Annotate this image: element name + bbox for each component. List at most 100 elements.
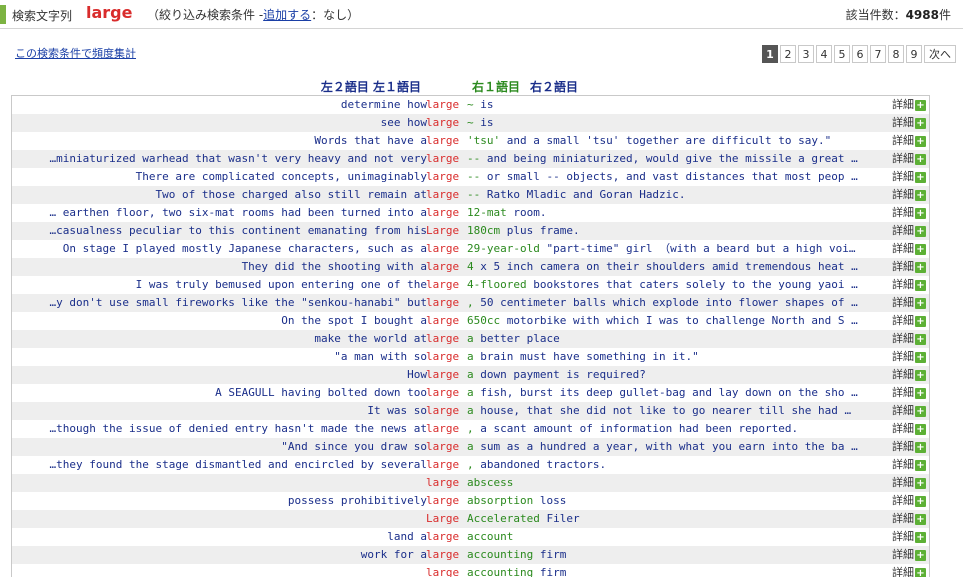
right-context-header: 右１語目右２語目 — [472, 78, 578, 95]
left-context: …though the issue of denied entry hasn't… — [17, 420, 427, 438]
page-2-button[interactable]: 2 — [780, 45, 796, 63]
plus-icon: + — [915, 334, 926, 345]
detail-button[interactable]: 詳細+ — [892, 114, 926, 132]
right-context: , 50 centimeter balls which explode into… — [467, 294, 885, 312]
plus-icon: + — [915, 244, 926, 255]
keyword: large — [426, 402, 459, 420]
detail-button[interactable]: 詳細+ — [892, 546, 926, 564]
page-8-button[interactable]: 8 — [888, 45, 904, 63]
right-context: 180cm plus frame. — [467, 222, 885, 240]
right-context: a sum as a hundred a year, with what you… — [467, 438, 885, 456]
keyword: large — [426, 168, 459, 186]
right-context: accounting firm — [467, 546, 885, 564]
detail-button[interactable]: 詳細+ — [892, 564, 926, 577]
detail-button[interactable]: 詳細+ — [892, 258, 926, 276]
table-row: …though the issue of denied entry hasn't… — [12, 420, 929, 438]
keyword: large — [426, 276, 459, 294]
right1-word: abscess — [467, 476, 513, 489]
detail-button[interactable]: 詳細+ — [892, 276, 926, 294]
detail-label: 詳細 — [892, 150, 914, 168]
detail-button[interactable]: 詳細+ — [892, 186, 926, 204]
right-rest: is — [474, 98, 494, 111]
plus-icon: + — [915, 208, 926, 219]
count-label: 該当件数： — [846, 8, 906, 22]
count-value: 4988 — [906, 8, 939, 22]
page-9-button[interactable]: 9 — [906, 45, 922, 63]
table-row: …y don't use small fireworks like the "s… — [12, 294, 929, 312]
detail-button[interactable]: 詳細+ — [892, 528, 926, 546]
accent-bar — [0, 5, 6, 24]
keyword: large — [426, 150, 459, 168]
plus-icon: + — [915, 154, 926, 165]
right-context: -- and being miniaturized, would give th… — [467, 150, 885, 168]
right-context: Accelerated Filer — [467, 510, 885, 528]
right-rest: abandoned tractors. — [474, 458, 606, 471]
detail-label: 詳細 — [892, 528, 914, 546]
right-context: 'tsu' and a small 'tsu' together are dif… — [467, 132, 885, 150]
detail-button[interactable]: 詳細+ — [892, 168, 926, 186]
left-context: It was so — [17, 402, 427, 420]
table-row: They did the shooting with alarge4 x 5 i… — [12, 258, 929, 276]
right-rest: is — [474, 116, 494, 129]
detail-button[interactable]: 詳細+ — [892, 132, 926, 150]
page-7-button[interactable]: 7 — [870, 45, 886, 63]
detail-label: 詳細 — [892, 204, 914, 222]
page-4-button[interactable]: 4 — [816, 45, 832, 63]
detail-button[interactable]: 詳細+ — [892, 456, 926, 474]
right-rest: room. — [507, 206, 547, 219]
detail-button[interactable]: 詳細+ — [892, 420, 926, 438]
detail-button[interactable]: 詳細+ — [892, 312, 926, 330]
plus-icon: + — [915, 190, 926, 201]
detail-label: 詳細 — [892, 222, 914, 240]
keyword: large — [426, 384, 459, 402]
detail-button[interactable]: 詳細+ — [892, 384, 926, 402]
right1-word: accounting — [467, 548, 533, 561]
right-rest: loss — [533, 494, 566, 507]
right1-word: a — [467, 440, 474, 453]
right-context: a brain must have something in it." — [467, 348, 885, 366]
table-row: … earthen floor, two six-mat rooms had b… — [12, 204, 929, 222]
detail-button[interactable]: 詳細+ — [892, 204, 926, 222]
plus-icon: + — [915, 424, 926, 435]
plus-icon: + — [915, 550, 926, 561]
detail-label: 詳細 — [892, 474, 914, 492]
keyword: large — [426, 528, 459, 546]
detail-button[interactable]: 詳細+ — [892, 510, 926, 528]
detail-button[interactable]: 詳細+ — [892, 330, 926, 348]
detail-button[interactable]: 詳細+ — [892, 348, 926, 366]
right-rest: brain must have something in it." — [474, 350, 699, 363]
add-filter-link[interactable]: 追加する — [263, 8, 311, 22]
detail-button[interactable]: 詳細+ — [892, 474, 926, 492]
detail-button[interactable]: 詳細+ — [892, 150, 926, 168]
detail-button[interactable]: 詳細+ — [892, 222, 926, 240]
right1-word: , — [467, 422, 474, 435]
table-row: land alargeaccount詳細+ — [12, 528, 929, 546]
detail-button[interactable]: 詳細+ — [892, 492, 926, 510]
right-rest: x 5 inch camera on their shoulders amid … — [474, 260, 858, 273]
filter-prefix: （絞り込み検索条件 - — [147, 8, 263, 22]
table-row: I was truly bemused upon entering one of… — [12, 276, 929, 294]
right-context: abscess — [467, 474, 885, 492]
detail-button[interactable]: 詳細+ — [892, 96, 926, 114]
page-6-button[interactable]: 6 — [852, 45, 868, 63]
right-rest: 50 centimeter balls which explode into f… — [474, 296, 858, 309]
page-1-button[interactable]: 1 — [762, 45, 778, 63]
detail-label: 詳細 — [892, 348, 914, 366]
right1-word: a — [467, 350, 474, 363]
detail-label: 詳細 — [892, 456, 914, 474]
filter-suffix: ：なし） — [311, 8, 359, 22]
table-row: …miniaturized warhead that wasn't very h… — [12, 150, 929, 168]
search-query: large — [86, 3, 132, 22]
detail-button[interactable]: 詳細+ — [892, 294, 926, 312]
keyword: large — [426, 546, 459, 564]
keyword: large — [426, 492, 459, 510]
detail-label: 詳細 — [892, 312, 914, 330]
detail-button[interactable]: 詳細+ — [892, 240, 926, 258]
page-5-button[interactable]: 5 — [834, 45, 850, 63]
detail-button[interactable]: 詳細+ — [892, 438, 926, 456]
next-page-button[interactable]: 次へ — [924, 45, 956, 63]
page-3-button[interactable]: 3 — [798, 45, 814, 63]
frequency-link[interactable]: この検索条件で頻度集計 — [15, 45, 136, 61]
detail-button[interactable]: 詳細+ — [892, 402, 926, 420]
detail-button[interactable]: 詳細+ — [892, 366, 926, 384]
